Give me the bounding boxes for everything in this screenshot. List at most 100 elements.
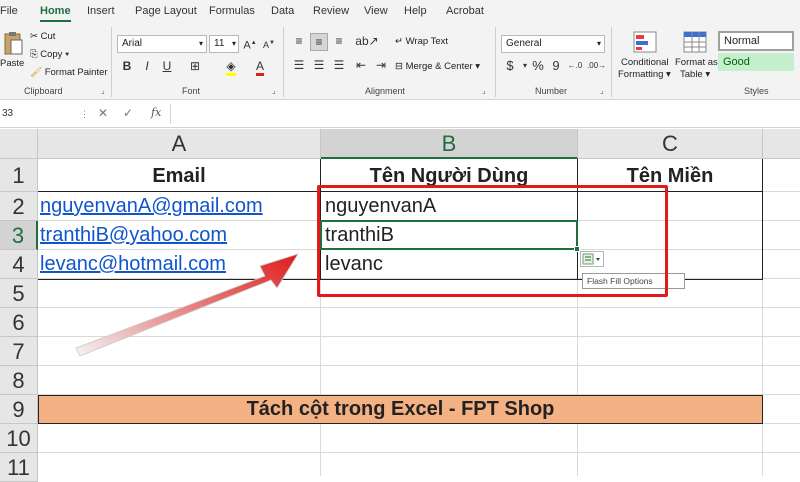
font-color-icon[interactable]: A bbox=[252, 58, 268, 76]
group-label-number: Number bbox=[535, 86, 568, 96]
align-bottom-icon[interactable]: ≡ bbox=[330, 33, 348, 49]
percent-icon[interactable]: % bbox=[531, 58, 545, 74]
row-header-7[interactable]: 7 bbox=[0, 337, 38, 366]
formula-bar: 33 ⋮ ✕ ✓ fx bbox=[0, 100, 800, 128]
ribbon: File Home Insert Page Layout Formulas Da… bbox=[0, 0, 800, 100]
separator bbox=[283, 27, 284, 97]
cell-a2[interactable]: nguyenvanA@gmail.com bbox=[40, 192, 263, 220]
column-header-a[interactable]: A bbox=[38, 129, 321, 159]
style-normal[interactable]: Normal bbox=[718, 31, 794, 51]
merge-center-label: Merge & Center bbox=[405, 61, 473, 72]
font-name-box[interactable]: Arial ▾ bbox=[117, 35, 207, 53]
tab-review[interactable]: Review bbox=[313, 2, 349, 22]
row-header-4[interactable]: 4 bbox=[0, 250, 38, 279]
format-as-table-label-2[interactable]: Table ▾ bbox=[680, 69, 710, 80]
comma-style-icon[interactable]: 9 bbox=[550, 58, 562, 74]
format-as-table-label-1[interactable]: Format as bbox=[675, 57, 718, 68]
wrap-text-button[interactable]: ↵ Wrap Text bbox=[395, 36, 448, 47]
format-as-table-icon[interactable] bbox=[683, 31, 707, 53]
separator bbox=[111, 27, 112, 97]
conditional-formatting-label-1[interactable]: Conditional bbox=[621, 57, 669, 68]
tab-formulas[interactable]: Formulas bbox=[209, 2, 255, 22]
row-header-9[interactable]: 9 bbox=[0, 395, 38, 424]
decrease-indent-icon[interactable]: ⇤ bbox=[352, 57, 370, 73]
formula-input[interactable] bbox=[170, 104, 800, 124]
increase-decimal-icon[interactable]: ←.0 bbox=[567, 58, 583, 74]
conditional-formatting-label-2[interactable]: Formatting ▾ bbox=[618, 69, 671, 80]
tab-file[interactable]: File bbox=[0, 2, 18, 22]
row-header-2[interactable]: 2 bbox=[0, 192, 38, 221]
brush-icon: 🖌 bbox=[30, 67, 43, 78]
group-label-alignment: Alignment bbox=[365, 86, 406, 96]
cut-button[interactable]: ✂ Cut bbox=[30, 31, 55, 42]
dialog-launcher-icon[interactable]: ⌟ bbox=[600, 86, 604, 95]
row-header-3[interactable]: 3 bbox=[0, 221, 38, 250]
separator bbox=[611, 27, 612, 97]
tab-insert[interactable]: Insert bbox=[87, 2, 115, 22]
orientation-icon[interactable]: ab↗ bbox=[355, 33, 379, 49]
dialog-launcher-icon[interactable]: ⌟ bbox=[101, 86, 105, 95]
chevron-down-icon[interactable]: ▾ bbox=[521, 58, 529, 74]
column-header-c[interactable]: C bbox=[578, 129, 763, 159]
increase-font-icon[interactable]: A▲ bbox=[243, 35, 257, 54]
group-label-styles: Styles bbox=[744, 86, 769, 96]
row-header-1[interactable]: 1 bbox=[0, 159, 38, 192]
row-header-5[interactable]: 5 bbox=[0, 279, 38, 308]
italic-icon[interactable]: I bbox=[140, 58, 154, 74]
currency-icon[interactable]: $ bbox=[503, 58, 517, 74]
conditional-formatting-icon[interactable] bbox=[633, 31, 657, 53]
tab-page-layout[interactable]: Page Layout bbox=[135, 2, 197, 22]
column-header-d[interactable] bbox=[763, 129, 800, 159]
insert-function-icon[interactable]: fx bbox=[151, 106, 161, 119]
tab-acrobat[interactable]: Acrobat bbox=[446, 2, 484, 22]
select-all-corner[interactable] bbox=[0, 129, 38, 159]
underline-icon[interactable]: U bbox=[160, 58, 174, 74]
merge-icon: ⊟ bbox=[395, 61, 406, 72]
number-format-value: General bbox=[506, 38, 542, 49]
row-header-11[interactable]: 11 bbox=[0, 453, 38, 482]
tab-data[interactable]: Data bbox=[271, 2, 294, 22]
group-label-font: Font bbox=[182, 86, 201, 96]
tab-view[interactable]: View bbox=[364, 2, 388, 22]
row-header-8[interactable]: 8 bbox=[0, 366, 38, 395]
font-size-box[interactable]: 11 ▾ bbox=[209, 35, 239, 53]
decrease-decimal-icon[interactable]: .00→ bbox=[587, 58, 606, 74]
bold-icon[interactable]: B bbox=[120, 58, 134, 74]
align-center-icon[interactable]: ☰ bbox=[310, 57, 328, 73]
align-left-icon[interactable]: ☰ bbox=[290, 57, 308, 73]
cut-label: Cut bbox=[40, 31, 56, 42]
row-header-6[interactable]: 6 bbox=[0, 308, 38, 337]
paste-icon[interactable] bbox=[2, 30, 24, 58]
name-box-dropdown-icon[interactable]: ⋮ bbox=[80, 109, 89, 120]
cell-a1[interactable]: Email bbox=[38, 159, 320, 191]
tab-home[interactable]: Home bbox=[40, 2, 71, 22]
separator bbox=[495, 27, 496, 97]
number-format-box[interactable]: General ▾ bbox=[501, 35, 605, 53]
paste-label[interactable]: Paste bbox=[0, 58, 24, 69]
copy-icon: ⎘ bbox=[30, 49, 41, 60]
align-middle-icon[interactable]: ≡ bbox=[310, 33, 328, 51]
align-right-icon[interactable]: ☰ bbox=[330, 57, 348, 73]
enter-icon[interactable]: ✓ bbox=[123, 106, 133, 120]
align-top-icon[interactable]: ≡ bbox=[290, 33, 308, 49]
cancel-icon[interactable]: ✕ bbox=[98, 106, 108, 120]
increase-indent-icon[interactable]: ⇥ bbox=[372, 57, 390, 73]
style-good[interactable]: Good bbox=[718, 53, 794, 71]
fill-color-icon[interactable]: ◈ bbox=[222, 58, 240, 76]
tab-help[interactable]: Help bbox=[404, 2, 427, 22]
borders-icon[interactable]: ⊞ bbox=[185, 58, 205, 74]
dialog-launcher-icon[interactable]: ⌟ bbox=[482, 86, 486, 95]
conditional-formatting-label-2-text: Formatting bbox=[618, 69, 664, 80]
dialog-launcher-icon[interactable]: ⌟ bbox=[272, 86, 276, 95]
merge-center-button[interactable]: ⊟ Merge & Center ▾ bbox=[395, 61, 480, 72]
wrap-text-icon: ↵ bbox=[395, 36, 406, 47]
column-header-b[interactable]: B bbox=[321, 129, 578, 159]
chevron-down-icon: ▾ bbox=[62, 49, 70, 60]
row-header-10[interactable]: 10 bbox=[0, 424, 38, 453]
copy-button[interactable]: ⎘ Copy ▾ bbox=[30, 49, 69, 60]
banner-merged-cell[interactable]: Tách cột trong Excel - FPT Shop bbox=[38, 395, 763, 424]
format-painter-label: Format Painter bbox=[44, 67, 108, 78]
decrease-font-icon[interactable]: A▼ bbox=[262, 35, 276, 53]
format-painter-button[interactable]: 🖌 Format Painter bbox=[30, 67, 108, 78]
name-box[interactable]: 33 bbox=[0, 105, 80, 123]
